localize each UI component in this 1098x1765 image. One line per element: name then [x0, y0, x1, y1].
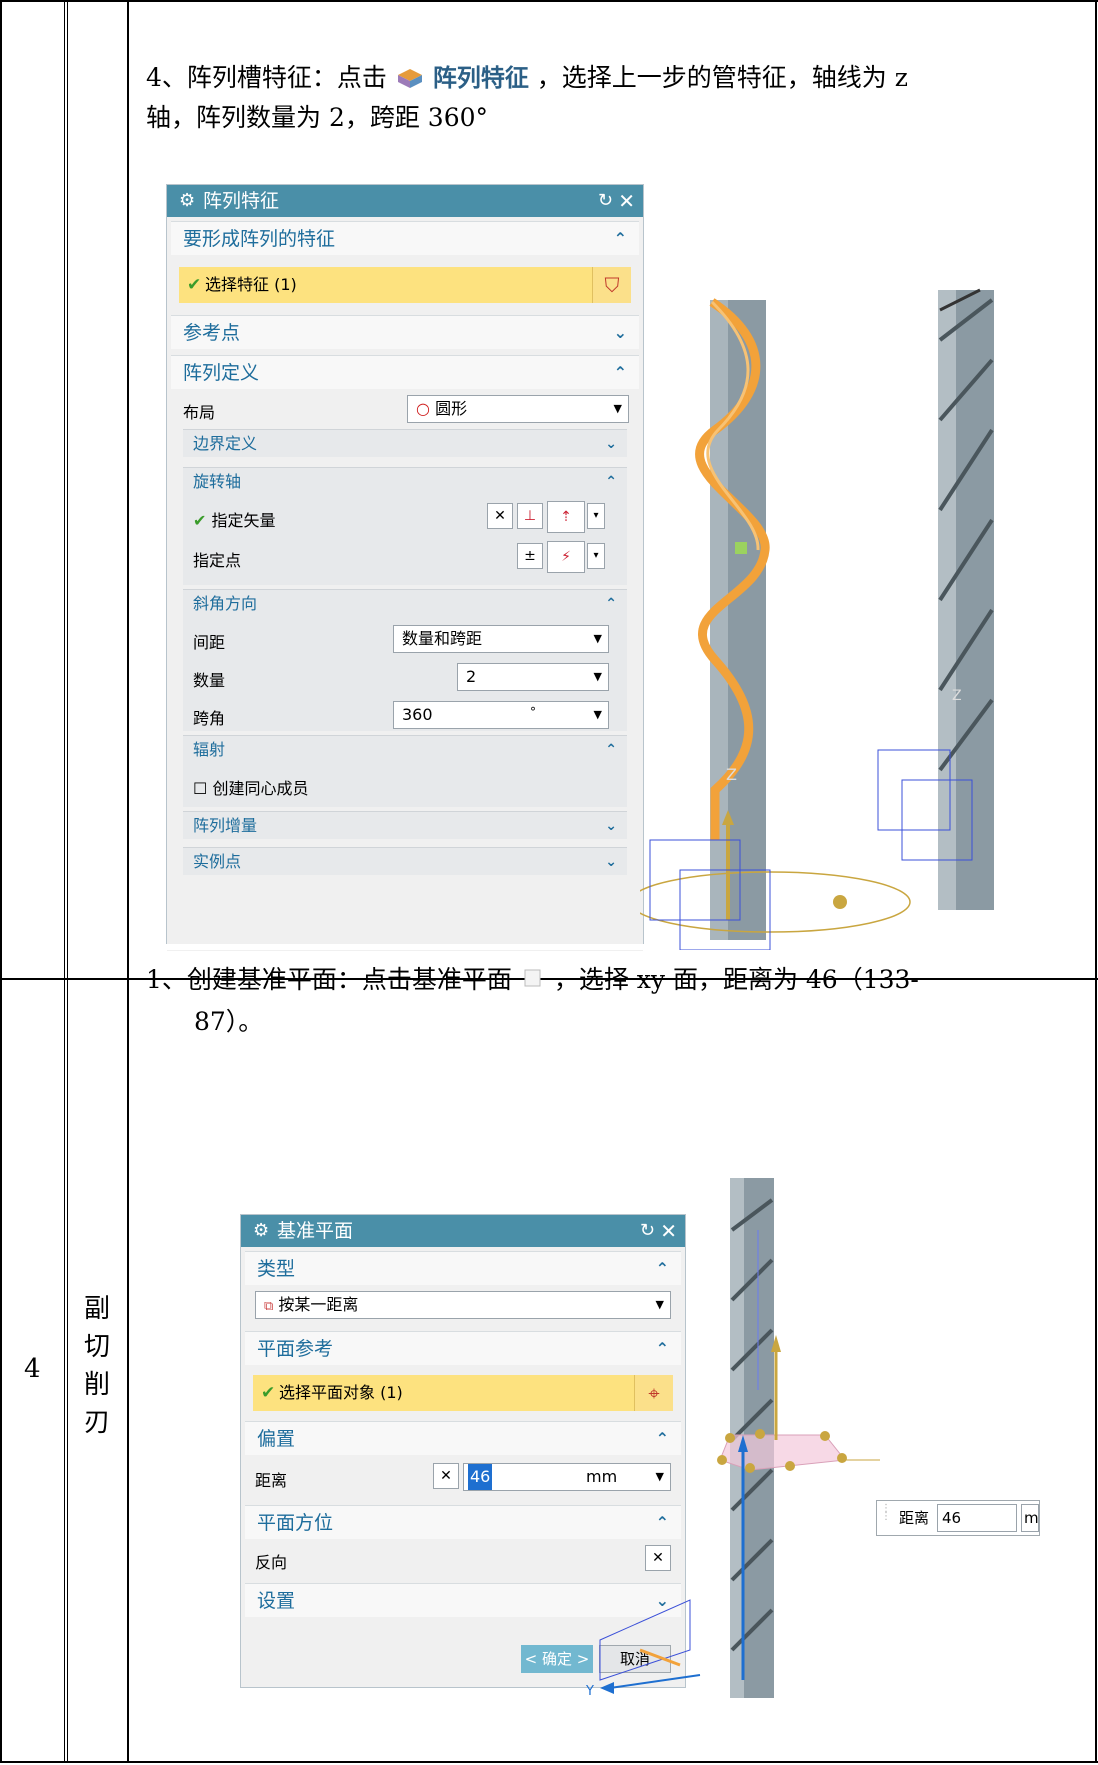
row-name-4: 刃 — [83, 1408, 110, 1438]
close-icon[interactable]: ✕ — [618, 185, 635, 217]
spacing-select[interactable]: 数量和跨距 ▼ — [393, 625, 609, 653]
pattern-feature-icon — [395, 62, 425, 88]
col-divider-1b — [67, 0, 68, 1763]
dialog-title: 阵列特征 — [203, 190, 280, 212]
z-axis-label-2: Z — [952, 688, 962, 704]
sub-rotation-axis[interactable]: 旋转轴 ⌃ — [183, 467, 627, 495]
table-bottom-border — [0, 1761, 1098, 1763]
dropdown-arrow-icon: ▼ — [613, 402, 622, 415]
dialog-title: 基准平面 — [277, 1220, 354, 1242]
dropdown-arrow-icon: ▼ — [593, 632, 602, 645]
floating-distance-input[interactable]: ⋮ ⋮ 距离 46 m — [876, 1500, 1040, 1536]
col-divider-2 — [127, 0, 129, 1763]
span-label: 跨角 — [193, 709, 226, 728]
float-distance-label: 距离 — [899, 1509, 930, 1527]
distance-label: 距离 — [255, 1471, 288, 1490]
upper-step-line1: 4、阵列槽特征：点击 阵列特征 ，选择上一步的管特征，轴线为 z — [146, 62, 908, 92]
table-right-border — [1095, 0, 1097, 1763]
dropdown-arrow-icon: ▼ — [593, 708, 602, 721]
span-angle-input[interactable]: 360 ° ▼ — [393, 701, 609, 729]
grip-handle: ⋮ ⋮ — [881, 1503, 891, 1522]
group-features-to-pattern[interactable]: 要形成阵列的特征 ⌃ — [171, 221, 639, 255]
chevron-up-icon: ⌃ — [605, 474, 617, 490]
reverse-distance-icon[interactable]: ✕ — [433, 1463, 459, 1489]
layout-select[interactable]: ○ 圆形 ▼ — [407, 395, 629, 423]
table-top-border — [0, 0, 1098, 2]
row-number: 4 — [24, 1354, 41, 1384]
float-distance-field[interactable]: 46 — [937, 1504, 1017, 1532]
select-feature-icon[interactable]: ⛉ — [592, 267, 631, 303]
reset-icon[interactable]: ↻ — [598, 185, 613, 217]
dialog-clip-fade — [167, 881, 643, 951]
z-axis-label-1: Z — [726, 765, 737, 784]
chevron-up-icon: ⌃ — [605, 742, 617, 758]
check-icon: ✔ — [261, 1383, 276, 1403]
vector-options-dropdown[interactable]: ▾ — [587, 503, 605, 529]
layout-label: 布局 — [183, 403, 216, 422]
spacing-label: 间距 — [193, 633, 226, 652]
vector-reverse-icon[interactable]: ⊥ — [517, 503, 543, 529]
group-reference-point[interactable]: 参考点 ⌄ — [171, 315, 639, 349]
sub-angle-direction[interactable]: 斜角方向 ⌃ — [183, 589, 627, 617]
y-axis-label: Y — [585, 1684, 594, 1699]
reverse-label: 反向 — [255, 1553, 288, 1572]
lower-step-line1: 1、创建基准平面：点击基准平面 ，选择 xy 面，距离为 46（133- — [146, 960, 919, 1000]
pattern-feature-dialog: ⚙ 阵列特征 ↻ ✕ 要形成阵列的特征 ⌃ ✔ 选择特征 (1) ⛉ 参考点 ⌄… — [166, 184, 644, 951]
upper-step-line2: 轴，阵列数量为 2，跨距 360° — [146, 103, 489, 132]
vector-inferred-icon[interactable]: ⇡ — [547, 501, 585, 533]
distance-type-icon: ⧉ — [264, 1299, 274, 1314]
point-options-dropdown[interactable]: ▾ — [587, 543, 605, 569]
chevron-up-icon: ⌃ — [613, 363, 627, 382]
count-label: 数量 — [193, 671, 226, 690]
concentric-checkbox[interactable]: ☐ 创建同心成员 — [193, 775, 308, 799]
screenshot-crop-edge — [150, 944, 650, 950]
dropdown-arrow-icon: ▼ — [593, 670, 602, 683]
chevron-down-icon: ⌄ — [605, 818, 617, 834]
circle-icon: ○ — [416, 399, 430, 418]
chevron-down-icon: ⌄ — [613, 323, 627, 342]
gear-icon[interactable]: ⚙ — [179, 185, 195, 217]
sub-radiate[interactable]: 辐射 ⌃ — [183, 735, 627, 763]
col-divider-1 — [64, 0, 65, 1763]
lower-step-line2: 87）。 — [194, 1007, 264, 1036]
datum-3d-view: Y — [585, 1178, 880, 1699]
specify-point-label: 指定点 — [193, 551, 242, 570]
count-input[interactable]: 2 ▼ — [457, 663, 609, 691]
row-name-1: 副 — [83, 1294, 110, 1324]
point-inferred-icon[interactable]: ⚡ — [547, 541, 585, 573]
datum-plane-icon — [520, 962, 546, 987]
selection-handle — [735, 542, 747, 554]
row-name-2: 切 — [83, 1332, 110, 1362]
table-left-border — [0, 0, 2, 1763]
check-icon: ✔ — [187, 275, 202, 295]
chevron-up-icon: ⌃ — [605, 596, 617, 612]
group-pattern-definition[interactable]: 阵列定义 ⌃ — [171, 355, 639, 389]
chevron-up-icon: ⌃ — [613, 229, 627, 248]
chevron-down-icon: ⌄ — [605, 854, 617, 870]
dialog-title-bar: ⚙ 阵列特征 ↻ ✕ — [167, 185, 643, 217]
select-feature-row[interactable]: ✔ 选择特征 (1) ⛉ — [179, 267, 631, 303]
sub-instance-point[interactable]: 实例点 ⌄ — [183, 847, 627, 875]
pattern-feature-label: 阵列特征 — [432, 64, 529, 92]
sub-boundary-definition[interactable]: 边界定义 ⌄ — [183, 429, 627, 457]
specify-vector-label: ✔ 指定矢量 — [193, 511, 276, 530]
float-distance-unit: m — [1021, 1504, 1039, 1532]
vector-dialog-icon[interactable]: ✕ — [487, 503, 513, 529]
sub-pattern-increment[interactable]: 阵列增量 ⌄ — [183, 811, 627, 839]
pattern-3d-view: Z Z — [640, 288, 994, 950]
row-name-3: 削 — [83, 1370, 110, 1400]
span-unit: ° — [530, 705, 536, 719]
chevron-down-icon: ⌄ — [605, 436, 617, 452]
point-dialog-icon[interactable]: ± — [517, 543, 543, 569]
gear-icon[interactable]: ⚙ — [253, 1215, 269, 1247]
